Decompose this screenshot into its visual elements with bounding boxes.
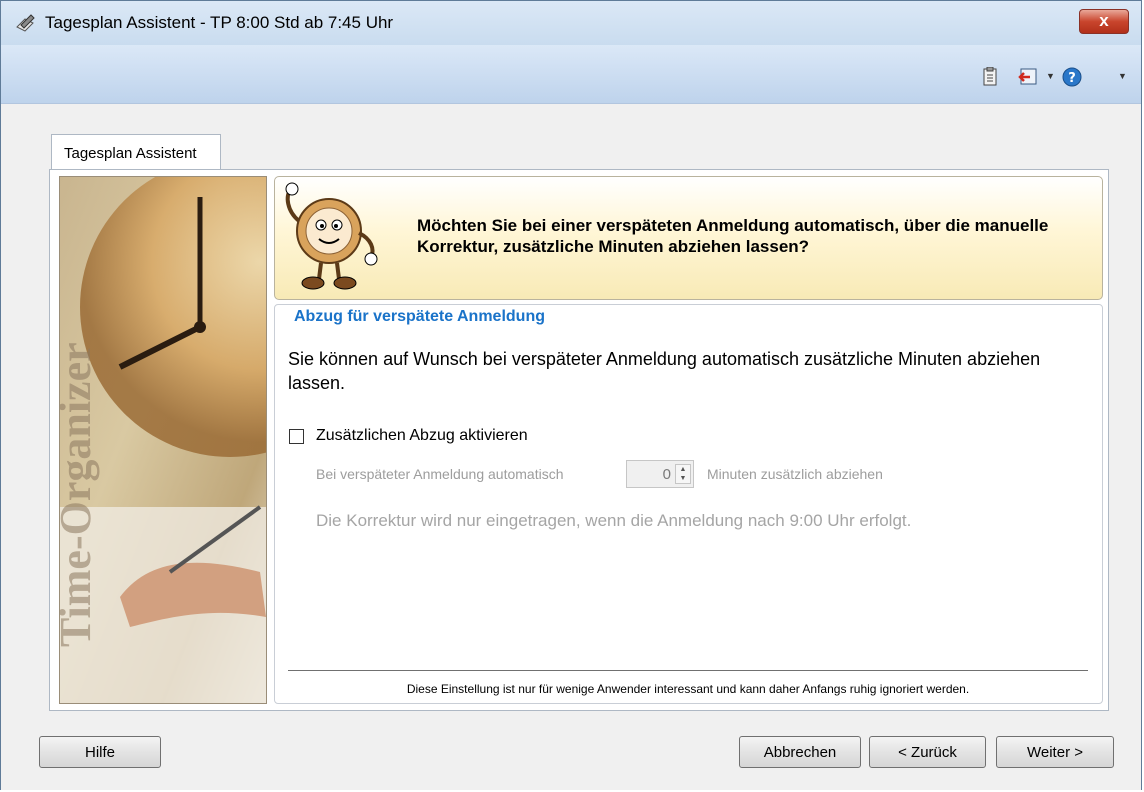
minutes-suffix-label: Minuten zusätzlich abziehen — [707, 466, 883, 482]
time-organizer-image: Time-Organizer — [59, 176, 267, 704]
window-title: Tagesplan Assistent - TP 8:00 Std ab 7:4… — [45, 13, 394, 32]
activate-deduction-checkbox[interactable] — [289, 429, 304, 444]
help-button[interactable]: Hilfe — [39, 736, 161, 768]
svg-text:?: ? — [1068, 71, 1076, 86]
tab-tagesplan-assistent[interactable]: Tagesplan Assistent — [51, 134, 221, 170]
exit-icon[interactable] — [1017, 67, 1039, 87]
stepper-down-icon[interactable]: ▼ — [680, 475, 687, 482]
minutes-prefix-label: Bei verspäteter Anmeldung automatisch — [316, 466, 564, 482]
next-button[interactable]: Weiter > — [996, 736, 1114, 768]
exit-dropdown-icon[interactable]: ▼ — [1046, 71, 1055, 81]
stepper-buttons[interactable]: ▲ ▼ — [675, 464, 691, 484]
close-icon: x — [1099, 11, 1109, 30]
clock-mascot-icon — [285, 182, 378, 290]
correction-note: Die Korrektur wird nur eingetragen, wenn… — [316, 511, 912, 530]
help-icon[interactable]: ? — [1061, 67, 1083, 87]
stepper-up-icon[interactable]: ▲ — [680, 466, 687, 473]
assistant-window: Tagesplan Assistent - TP 8:00 Std ab 7:4… — [0, 0, 1142, 790]
activate-deduction-label[interactable]: Zusätzlichen Abzug aktivieren — [316, 427, 528, 445]
back-button[interactable]: < Zurück — [869, 736, 986, 768]
title-bar[interactable]: Tagesplan Assistent - TP 8:00 Std ab 7:4… — [1, 1, 1141, 45]
minutes-value[interactable]: 0 — [627, 466, 671, 483]
question-text: Möchten Sie bei einer verspäteten Anmeld… — [417, 216, 1049, 256]
help-dropdown-icon[interactable]: ▼ — [1118, 71, 1127, 81]
side-image-text: Time-Organizer — [60, 342, 100, 647]
toolbar: ▼ ? ▼ — [1, 45, 1141, 104]
clipboard-icon[interactable] — [979, 67, 1001, 87]
close-button[interactable]: x — [1079, 9, 1129, 34]
footer-note: Diese Einstellung ist nur für wenige Anw… — [406, 682, 970, 696]
minutes-stepper[interactable]: 0 ▲ ▼ — [626, 460, 694, 488]
cancel-button[interactable]: Abbrechen — [739, 736, 861, 768]
group-title: Abzug für verspätete Anmeldung — [288, 308, 551, 326]
divider — [288, 670, 1088, 671]
pen-notebook-icon — [16, 14, 35, 32]
group-description: Sie können auf Wunsch bei verspäteter An… — [288, 349, 1041, 393]
